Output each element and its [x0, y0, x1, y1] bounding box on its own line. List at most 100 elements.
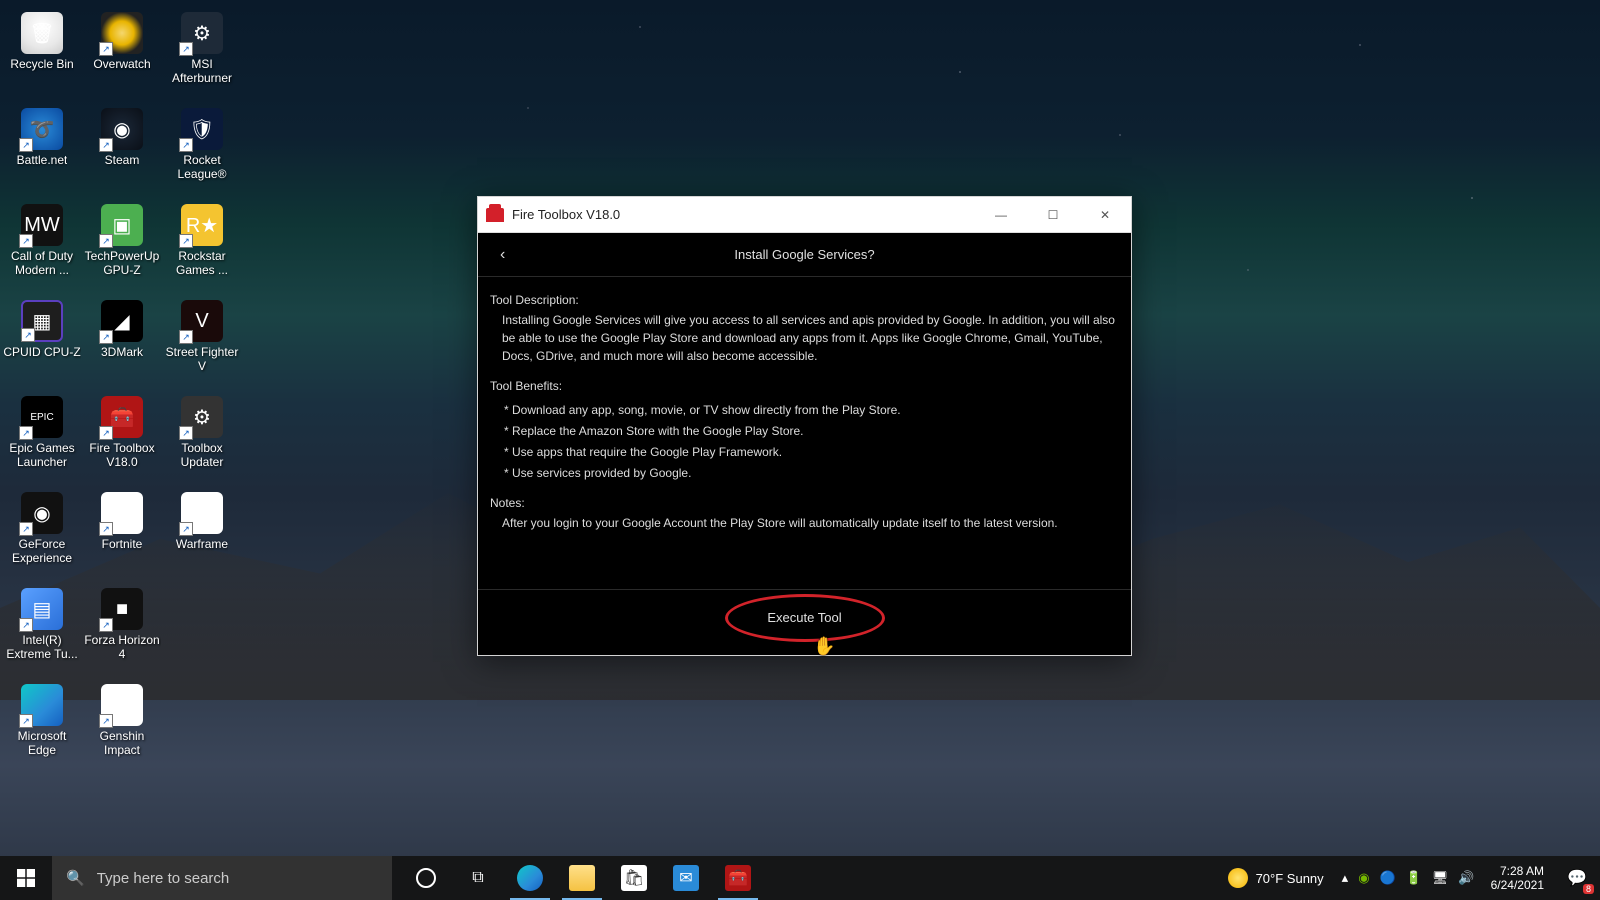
desktop-icon-label: Epic Games Launcher [3, 442, 81, 470]
microsoft-store-button[interactable]: 🛍 [608, 856, 660, 900]
shortcut-overlay-icon: ↗ [19, 234, 33, 248]
desktop-icon-cpuz[interactable]: ▦↗CPUID CPU-Z [2, 296, 82, 392]
cortana-icon [416, 868, 436, 888]
clock[interactable]: 7:28 AM 6/24/2021 [1481, 864, 1554, 893]
desktop-icon-fh4[interactable]: ■↗Forza Horizon 4 [82, 584, 162, 680]
shortcut-overlay-icon: ↗ [21, 328, 35, 342]
notes-text: After you login to your Google Account t… [490, 514, 1119, 532]
desktop-icon-rockstar[interactable]: R★↗Rockstar Games ... [162, 200, 242, 296]
fire-toolbox-taskbar-button[interactable]: 🧰 [712, 856, 764, 900]
shortcut-overlay-icon: ↗ [19, 714, 33, 728]
shortcut-overlay-icon: ↗ [19, 522, 33, 536]
file-explorer-button[interactable] [556, 856, 608, 900]
genshin-icon: ☺↗ [101, 684, 143, 726]
cpuz-icon: ▦↗ [21, 300, 63, 342]
minimize-button[interactable]: — [975, 197, 1027, 232]
desktop-icon-sfv[interactable]: V↗Street Fighter V [162, 296, 242, 392]
back-button[interactable]: ‹ [492, 242, 513, 268]
desktop-icon-fortnite[interactable]: F↗Fortnite [82, 488, 162, 584]
search-box[interactable]: 🔍 Type here to search [52, 856, 392, 900]
titlebar[interactable]: Fire Toolbox V18.0 — ☐ ✕ [478, 197, 1131, 233]
tray-battery-icon[interactable]: 🔋 [1406, 870, 1422, 886]
header-bar: ‹ Install Google Services? [478, 233, 1131, 277]
system-tray: ▴ ◉ 🔵 🔋 🖥 🔊 [1336, 870, 1481, 886]
mail-button[interactable]: ✉ [660, 856, 712, 900]
tool-benefits-label: Tool Benefits: [490, 377, 1119, 395]
tool-description-label: Tool Description: [490, 291, 1119, 309]
desktop-icon-ixtu[interactable]: ▤↗Intel(R) Extreme Tu... [2, 584, 82, 680]
desktop-icon-steam[interactable]: ◉↗Steam [82, 104, 162, 200]
task-view-icon: ⧉ [465, 865, 491, 891]
cod-icon: MW↗ [21, 204, 63, 246]
desktop-icon-warframe[interactable]: ✦↗Warframe [162, 488, 242, 584]
shortcut-overlay-icon: ↗ [179, 42, 193, 56]
steam-icon: ◉↗ [101, 108, 143, 150]
battlenet-icon: ➰↗ [21, 108, 63, 150]
start-button[interactable] [0, 856, 52, 900]
firetb-icon: 🧰↗ [101, 396, 143, 438]
taskbar-apps: ⧉ 🛍 ✉ 🧰 [400, 856, 764, 900]
rockstar-icon: R★↗ [181, 204, 223, 246]
3dmark-icon: ◢↗ [101, 300, 143, 342]
weather-sun-icon [1228, 868, 1248, 888]
desktop-icon-overwatch[interactable]: ↗ Overwatch [82, 8, 162, 104]
desktop-icon-rocket[interactable]: 🛡↗Rocket League® [162, 104, 242, 200]
weather-widget[interactable]: 70°F Sunny [1228, 868, 1324, 888]
benefit-item: * Replace the Amazon Store with the Goog… [504, 422, 1119, 440]
desktop-icon-recycle[interactable]: 🗑Recycle Bin [2, 8, 82, 104]
desktop-icon-battlenet[interactable]: ➰↗Battle.net [2, 104, 82, 200]
clock-date: 6/24/2021 [1491, 878, 1544, 892]
windows-icon [17, 869, 35, 887]
tray-network-icon[interactable]: 🖥 [1432, 870, 1449, 886]
action-center-button[interactable]: 💬 8 [1554, 856, 1600, 900]
desktop-icon-3dmark[interactable]: ◢↗3DMark [82, 296, 162, 392]
desktop-icon-cod[interactable]: MW↗ Call of Duty Modern ... [2, 200, 82, 296]
desktop-icon-label: Genshin Impact [83, 730, 161, 758]
cortana-button[interactable] [400, 856, 452, 900]
tray-volume-icon[interactable]: 🔊 [1458, 870, 1474, 886]
fire-toolbox-icon: 🧰 [725, 865, 751, 891]
gpuz-icon: ▣↗ [101, 204, 143, 246]
folder-icon [569, 865, 595, 891]
desktop-icon-label: GeForce Experience [3, 538, 81, 566]
notification-count: 8 [1583, 884, 1594, 894]
desktop-icon-gfe[interactable]: ◉↗ GeForce Experience [2, 488, 82, 584]
desktop-icon-label: Fortnite [102, 538, 143, 552]
maximize-button[interactable]: ☐ [1027, 197, 1079, 232]
desktop-icon-label: Toolbox Updater [163, 442, 241, 470]
desktop-icon-label: Forza Horizon 4 [83, 634, 161, 662]
overwatch-icon: ↗ [101, 12, 143, 54]
shortcut-overlay-icon: ↗ [19, 426, 33, 440]
desktop-icons: 🗑Recycle Bin ↗ Overwatch ⚙↗MSI Afterburner ➰… [2, 8, 252, 776]
tray-hidden-icons[interactable]: ▴ [1342, 870, 1349, 886]
desktop-icon-msi[interactable]: ⚙↗MSI Afterburner [162, 8, 242, 104]
desktop-icon-epic[interactable]: EPIC↗Epic Games Launcher [2, 392, 82, 488]
desktop-icon-edge[interactable]: ↗Microsoft Edge [2, 680, 82, 776]
shortcut-overlay-icon: ↗ [99, 714, 113, 728]
desktop-icon-label: Fire Toolbox V18.0 [83, 442, 161, 470]
shortcut-overlay-icon: ↗ [99, 618, 113, 632]
close-button[interactable]: ✕ [1079, 197, 1131, 232]
execute-tool-button[interactable]: Execute Tool [749, 604, 859, 631]
edge-taskbar-button[interactable] [504, 856, 556, 900]
benefit-item: * Use services provided by Google. [504, 464, 1119, 482]
shortcut-overlay-icon: ↗ [99, 138, 113, 152]
shortcut-overlay-icon: ↗ [19, 138, 33, 152]
desktop-icon-label: Call of Duty Modern ... [3, 250, 81, 278]
shortcut-overlay-icon: ↗ [179, 330, 193, 344]
gfe-icon: ◉↗ [21, 492, 63, 534]
desktop-icon-gpuz[interactable]: ▣↗TechPowerUp GPU-Z [82, 200, 162, 296]
desktop-icon-tbu[interactable]: ⚙↗Toolbox Updater [162, 392, 242, 488]
tray-bluetooth-icon[interactable]: 🔵 [1380, 870, 1396, 886]
desktop-icon-label: Intel(R) Extreme Tu... [3, 634, 81, 662]
fire-toolbox-window: Fire Toolbox V18.0 — ☐ ✕ ‹ Install Googl… [477, 196, 1132, 656]
shortcut-overlay-icon: ↗ [179, 426, 193, 440]
tray-nvidia-icon[interactable]: ◉ [1358, 870, 1369, 886]
desktop-icon-genshin[interactable]: ☺↗ Genshin Impact [82, 680, 162, 776]
weather-text: 70°F Sunny [1256, 871, 1324, 886]
rocket-icon: 🛡↗ [181, 108, 223, 150]
task-view-button[interactable]: ⧉ [452, 856, 504, 900]
sfv-icon: V↗ [181, 300, 223, 342]
desktop-icon-firetb[interactable]: 🧰↗ Fire Toolbox V18.0 [82, 392, 162, 488]
desktop-icon-label: Overwatch [93, 58, 150, 72]
